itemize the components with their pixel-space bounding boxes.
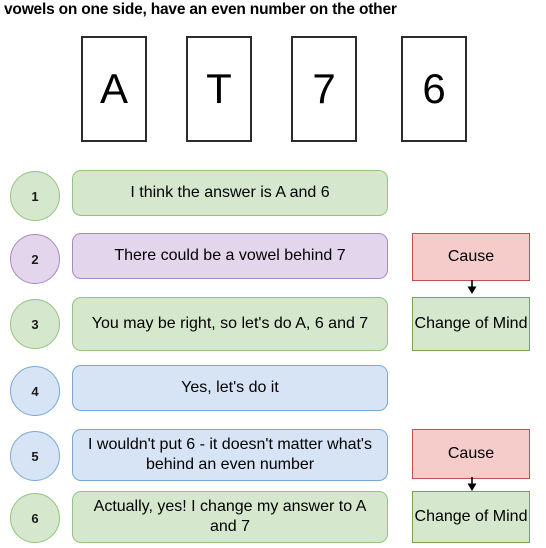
card-0[interactable]: A (81, 36, 147, 142)
message-bubble-2-text: There could be a vowel behind 7 (114, 247, 346, 264)
card-3-label: 6 (422, 65, 446, 112)
card-2-label: 7 (312, 65, 336, 112)
step-number-6: 6 (10, 493, 60, 543)
card-row: A T 7 6 (0, 36, 546, 146)
tag-change-of-mind-2-label: Change of Mind (414, 508, 528, 525)
message-bubble-3[interactable]: You may be right, so let's do A, 6 and 7 (72, 297, 388, 351)
message-bubble-3-text: You may be right, so let's do A, 6 and 7 (91, 315, 369, 332)
message-bubble-4[interactable]: Yes, let's do it (72, 365, 388, 411)
step-number-2: 2 (10, 234, 60, 284)
tag-cause-2-label: Cause (447, 445, 495, 462)
conversation-row-5: 5 I wouldn't put 6 - it doesn't matter w… (0, 427, 546, 485)
tag-change-of-mind-2[interactable]: Change of Mind (412, 491, 530, 543)
card-2[interactable]: 7 (291, 36, 357, 142)
message-bubble-5[interactable]: I wouldn't put 6 - it doesn't matter wha… (72, 429, 388, 481)
conversation-row-1: 1 I think the answer is A and 6 (0, 168, 546, 224)
card-1-label: T (206, 65, 232, 112)
step-number-1: 1 (10, 171, 60, 221)
card-3[interactable]: 6 (401, 36, 467, 142)
message-bubble-1[interactable]: I think the answer is A and 6 (72, 170, 388, 216)
step-number-5-label: 5 (31, 448, 39, 464)
tag-change-of-mind-1-label: Change of Mind (414, 315, 528, 332)
step-number-3-label: 3 (31, 316, 39, 332)
tag-change-of-mind-1[interactable]: Change of Mind (412, 297, 530, 351)
conversation-row-3: 3 You may be right, so let's do A, 6 and… (0, 293, 546, 355)
card-1[interactable]: T (186, 36, 252, 142)
step-number-1-label: 1 (31, 188, 39, 204)
message-bubble-6-text: Actually, yes! I change my answer to A a… (93, 498, 367, 535)
message-bubble-6[interactable]: Actually, yes! I change my answer to A a… (72, 491, 388, 543)
tag-cause-1[interactable]: Cause (412, 233, 530, 281)
card-0-label: A (99, 65, 128, 112)
page-title: vowels on one side, have an even number … (4, 1, 397, 18)
arrow-down-icon-1 (466, 280, 478, 294)
step-number-4-label: 4 (31, 383, 39, 399)
conversation-row-4: 4 Yes, let's do it (0, 363, 546, 419)
step-number-3: 3 (10, 299, 60, 349)
step-number-2-label: 2 (31, 251, 39, 267)
step-number-5: 5 (10, 431, 60, 481)
message-bubble-1-text: I think the answer is A and 6 (130, 184, 330, 201)
message-bubble-2[interactable]: There could be a vowel behind 7 (72, 233, 388, 279)
tag-cause-1-label: Cause (447, 248, 495, 265)
step-number-6-label: 6 (31, 510, 39, 526)
tag-cause-2[interactable]: Cause (412, 429, 530, 479)
step-number-4: 4 (10, 366, 60, 416)
arrow-down-icon-2 (466, 477, 478, 491)
message-bubble-4-text: Yes, let's do it (181, 379, 279, 396)
conversation-row-6: 6 Actually, yes! I change my answer to A… (0, 489, 546, 547)
message-bubble-5-text: I wouldn't put 6 - it doesn't matter wha… (88, 436, 372, 473)
conversation-row-2: 2 There could be a vowel behind 7 Cause (0, 231, 546, 287)
